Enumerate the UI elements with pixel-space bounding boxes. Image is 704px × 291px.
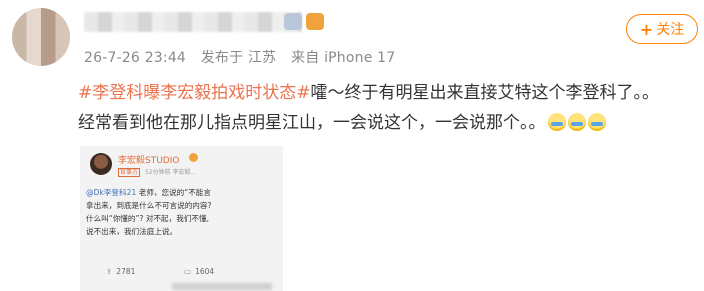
- laugh-cry-emoji-icon: [567, 113, 586, 131]
- username-blurred[interactable]: [84, 12, 302, 32]
- post-device: 来自 iPhone 17: [291, 50, 396, 66]
- post-text-line1: 嚯～终于有明星出来直接艾特这个李登科了。。: [310, 83, 660, 103]
- laugh-cry-emoji-icon: [547, 113, 566, 131]
- hashtag-link[interactable]: #李登科曝李宏毅拍戏时状态#: [78, 83, 311, 103]
- post-line-1: #李登科曝李宏毅拍戏时状态#嚯～终于有明星出来直接艾特这个李登科了。。: [78, 78, 694, 108]
- share-icon: ⇪: [106, 267, 113, 276]
- embedded-shares-count: 2781: [116, 267, 136, 276]
- embedded-line-3: 什么叫“你懂的”? 对不起，我们不懂,: [86, 214, 210, 223]
- plus-icon: +: [639, 19, 654, 39]
- post-text: #李登科曝李宏毅拍戏时状态#嚯～终于有明星出来直接艾特这个李登科了。。 经常看到…: [78, 78, 694, 138]
- embedded-source: 李宏毅...: [172, 169, 197, 176]
- embedded-badge: 官事方: [118, 168, 141, 177]
- embedded-line-4: 说不出来，我们法庭上说。: [86, 227, 178, 236]
- embedded-mention: @Dk李登科21: [86, 188, 137, 197]
- follow-button[interactable]: + 关注: [626, 14, 698, 44]
- post-image[interactable]: 李宏毅STUDIO 官事方 52分钟前 李宏毅... @Dk李登科21 老师，您…: [80, 146, 283, 291]
- embedded-avatar: [90, 153, 112, 175]
- embedded-blurred-text: [172, 283, 272, 290]
- embedded-comments-count: 1604: [195, 267, 215, 276]
- follow-label: 关注: [656, 22, 685, 38]
- post-line-2: 经常看到他在那儿指点明星江山，一会说这个，一会说那个。。: [78, 108, 694, 138]
- post-date[interactable]: 26-7-26 23:44: [84, 50, 186, 66]
- post-location: 发布于 江苏: [200, 50, 277, 66]
- embedded-time: 52分钟前: [144, 169, 171, 176]
- embedded-line-1: 老师，您说的“不能言: [136, 188, 211, 197]
- embedded-body: @Dk李登科21 老师，您说的“不能言 拿出来，到底是什么不可言说的内容? 什么…: [86, 186, 283, 238]
- comment-icon: ▭: [184, 267, 192, 276]
- embedded-author: 李宏毅STUDIO: [118, 156, 180, 166]
- embedded-verified-icon: [189, 153, 198, 162]
- embedded-subline: 官事方 52分钟前 李宏毅...: [118, 167, 197, 177]
- level-badge-icon: [306, 13, 324, 30]
- avatar[interactable]: [12, 8, 70, 66]
- vip-badge-icon: [284, 13, 302, 30]
- embedded-line-2: 拿出来，到底是什么不可言说的内容?: [86, 201, 212, 210]
- laugh-cry-emoji-icon: [587, 113, 606, 131]
- post-meta: 26-7-26 23:44 发布于 江苏 来自 iPhone 17: [84, 47, 405, 67]
- post-text-line2: 经常看到他在那儿指点明星江山，一会说这个，一会说那个。。: [78, 113, 546, 133]
- embedded-comments: ▭ 1604: [184, 267, 214, 276]
- embedded-shares: ⇪ 2781: [106, 267, 135, 276]
